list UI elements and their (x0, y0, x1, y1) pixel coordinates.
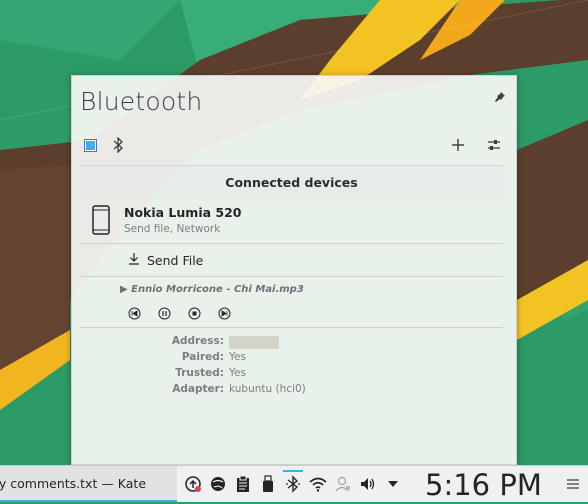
stop-icon[interactable] (188, 305, 201, 320)
address-value-redacted (229, 336, 279, 349)
popup-title: Bluetooth (80, 87, 203, 116)
tray-expand-arrow-icon[interactable] (383, 474, 403, 494)
system-tray (183, 466, 408, 502)
clipboard-icon[interactable] (233, 474, 253, 494)
phone-icon (92, 205, 110, 239)
detail-row-adapter: Adapter: kubuntu (hci0) (172, 383, 306, 395)
pause-icon[interactable] (158, 305, 171, 320)
usb-device-icon[interactable] (258, 474, 278, 494)
detail-row-address: Address: (72, 335, 518, 350)
add-device-button[interactable] (450, 137, 466, 153)
download-icon (128, 252, 140, 268)
taskbar: ty comments.txt — Kate 5:16 PM (0, 465, 588, 502)
send-file-label: Send File (147, 252, 204, 268)
detail-row-paired: Paired: Yes (181, 351, 246, 363)
device-item[interactable]: Nokia Lumia 520 Send file, Network (80, 199, 503, 244)
panel-menu-icon[interactable] (566, 476, 580, 490)
next-track-icon[interactable] (218, 305, 231, 320)
bluetooth-tray-icon[interactable] (283, 470, 303, 494)
update-notifier-icon[interactable] (183, 474, 203, 494)
clock[interactable]: 5:16 PM (425, 466, 542, 502)
media-player: ▶ Ennio Morricone - Chi Mai.mp3 (80, 277, 503, 328)
now-playing-track: ▶ Ennio Morricone - Chi Mai.mp3 (120, 284, 304, 295)
bluetooth-icon (110, 137, 126, 153)
volume-icon[interactable] (358, 474, 378, 494)
configure-icon[interactable] (486, 137, 502, 153)
task-item-kate[interactable]: ty comments.txt — Kate (0, 466, 177, 502)
send-file-button[interactable]: Send File (80, 244, 503, 277)
previous-track-icon[interactable] (128, 305, 141, 320)
browser-globe-icon[interactable] (208, 474, 228, 494)
section-header-connected: Connected devices (80, 165, 503, 199)
user-status-icon[interactable] (333, 474, 353, 494)
bluetooth-popup: Bluetooth Connected devices Nokia Lumia … (71, 75, 517, 465)
bluetooth-enable-checkbox[interactable] (82, 137, 98, 153)
wifi-icon[interactable] (308, 474, 328, 494)
detail-row-trusted: Trusted: Yes (175, 367, 246, 379)
device-services: Send file, Network (124, 223, 221, 235)
pin-icon[interactable] (494, 88, 506, 102)
device-name: Nokia Lumia 520 (124, 205, 242, 220)
